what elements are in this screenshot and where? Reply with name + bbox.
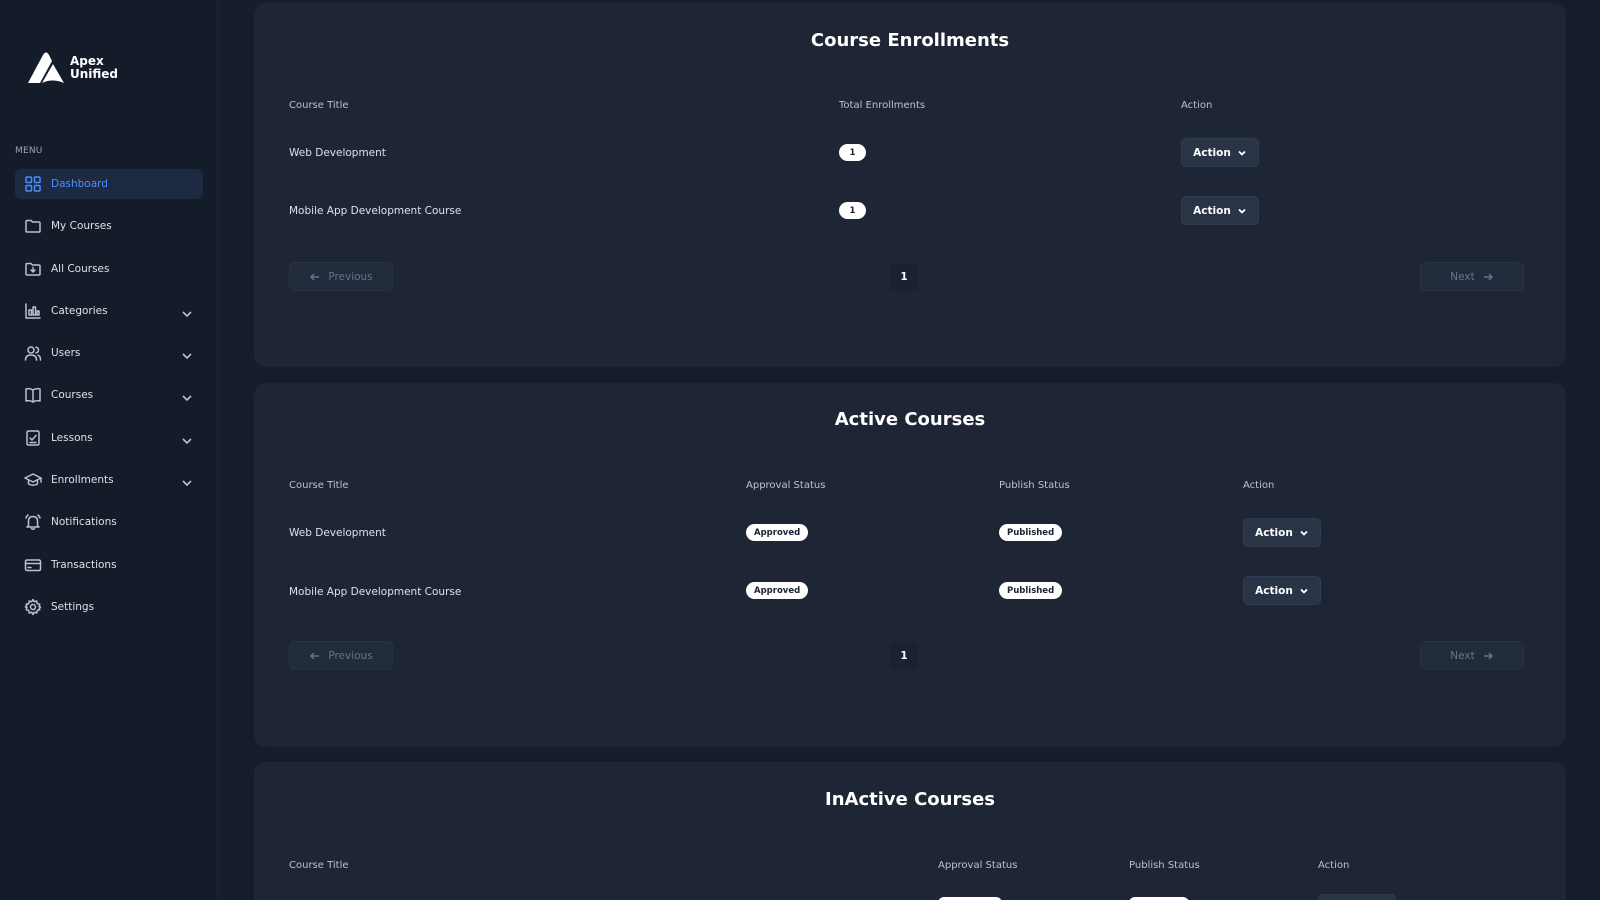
action-label: Action bbox=[1193, 146, 1231, 159]
action-dropdown-button[interactable]: Action bbox=[1181, 196, 1259, 225]
next-page-button[interactable]: Next bbox=[1420, 641, 1524, 670]
previous-page-button[interactable]: Previous bbox=[289, 262, 393, 291]
active-courses-card: Active Courses Course Title Approval Sta… bbox=[254, 383, 1566, 747]
chevron-down-icon[interactable] bbox=[181, 432, 193, 444]
next-label: Next bbox=[1450, 649, 1475, 662]
sidebar-item-label: Dashboard bbox=[51, 178, 108, 190]
credit-card-icon bbox=[24, 556, 42, 574]
arrow-right-icon bbox=[1483, 651, 1493, 660]
column-header: Publish Status bbox=[999, 480, 1070, 491]
previous-page-button[interactable]: Previous bbox=[289, 641, 393, 670]
column-header: Total Enrollments bbox=[839, 100, 926, 111]
action-label: Action bbox=[1193, 204, 1231, 217]
sidebar-item-label: Categories bbox=[51, 304, 108, 317]
chevron-down-icon bbox=[1238, 150, 1246, 156]
sidebar-item-transactions[interactable]: Transactions bbox=[15, 550, 203, 580]
sidebar-item-categories[interactable]: Categories bbox=[15, 296, 203, 326]
action-dropdown-button[interactable] bbox=[1318, 894, 1396, 900]
previous-label: Previous bbox=[328, 649, 373, 662]
sidebar-item-label: All Courses bbox=[51, 262, 110, 275]
publish-status-badge: Published bbox=[999, 582, 1063, 599]
chevron-down-icon[interactable] bbox=[181, 347, 193, 360]
sidebar-item-label: Lessons bbox=[51, 431, 93, 444]
menu-title: MENU bbox=[15, 146, 43, 156]
column-header: Approval Status bbox=[938, 860, 1018, 871]
action-dropdown-button[interactable]: Action bbox=[1243, 576, 1321, 605]
sidebar-item-label: Users bbox=[51, 347, 81, 360]
chevron-down-icon[interactable] bbox=[181, 474, 193, 487]
sidebar-item-users[interactable]: Users bbox=[15, 338, 203, 368]
sidebar-item-all-courses[interactable]: All Courses bbox=[15, 254, 203, 284]
book-icon bbox=[24, 386, 42, 404]
sidebar-item-my-courses[interactable]: My Courses bbox=[15, 211, 203, 241]
action-dropdown-button[interactable]: Action bbox=[1181, 138, 1259, 167]
page-scrollbar[interactable] bbox=[1592, 0, 1600, 900]
card-title: InActive Courses bbox=[825, 789, 995, 810]
folder-icon bbox=[24, 217, 42, 235]
sidebar-item-label: Enrollments bbox=[51, 474, 114, 487]
card-title: Active Courses bbox=[834, 409, 986, 430]
approval-status-badge: Approved bbox=[746, 524, 809, 541]
sidebar-item-label: My Courses bbox=[51, 220, 112, 233]
chevron-down-icon bbox=[1300, 530, 1308, 536]
sidebar-item-label: Courses bbox=[51, 389, 94, 402]
bell-icon bbox=[24, 513, 42, 531]
gear-icon bbox=[24, 598, 42, 616]
chevron-down-icon bbox=[1238, 208, 1246, 214]
action-dropdown-button[interactable]: Action bbox=[1243, 518, 1321, 547]
course-title-cell: Web Development bbox=[289, 527, 386, 539]
course-title-cell: Mobile App Development Course bbox=[289, 205, 462, 217]
column-header: Publish Status bbox=[1129, 860, 1200, 871]
next-page-button[interactable]: Next bbox=[1420, 262, 1524, 291]
column-header: Action bbox=[1318, 860, 1350, 871]
sidebar-item-enrollments[interactable]: Enrollments bbox=[15, 465, 203, 495]
page-number-button[interactable]: 1 bbox=[890, 642, 918, 670]
course-enrollments-card: Course Enrollments Course Title Total En… bbox=[254, 3, 1566, 367]
arrow-left-icon bbox=[310, 272, 320, 281]
chevron-down-icon bbox=[1300, 588, 1308, 594]
page-number-button[interactable]: 1 bbox=[890, 263, 918, 291]
arrow-left-icon bbox=[310, 651, 320, 660]
column-header: Action bbox=[1181, 100, 1213, 111]
sidebar-item-notifications[interactable]: Notifications bbox=[15, 507, 203, 537]
logo[interactable]: Apex Unified bbox=[26, 50, 118, 86]
sidebar-item-label: Transactions bbox=[51, 558, 117, 571]
next-label: Next bbox=[1450, 270, 1475, 283]
chart-icon bbox=[24, 302, 42, 320]
grid-icon bbox=[24, 175, 42, 193]
column-header: Course Title bbox=[289, 480, 349, 491]
course-title-cell: Web Development bbox=[289, 147, 386, 159]
sidebar: Apex Unified MENU Dashboard My Courses A… bbox=[0, 0, 218, 900]
chevron-down-icon[interactable] bbox=[181, 305, 193, 318]
brand-line2: Unified bbox=[70, 67, 119, 81]
sidebar-item-label: Settings bbox=[51, 600, 95, 613]
apex-logo-icon bbox=[28, 52, 64, 83]
sidebar-item-dashboard[interactable]: Dashboard bbox=[15, 169, 203, 199]
card-title: Course Enrollments bbox=[810, 30, 1010, 51]
chevron-down-icon[interactable] bbox=[181, 389, 193, 402]
publish-status-badge: Published bbox=[999, 524, 1063, 541]
inactive-courses-card: InActive Courses Course Title Approval S… bbox=[254, 762, 1566, 900]
folder-download-icon bbox=[24, 260, 42, 278]
enrollment-count-badge: 1 bbox=[839, 144, 866, 161]
action-label: Action bbox=[1255, 584, 1293, 597]
column-header: Action bbox=[1243, 480, 1275, 491]
column-header: Course Title bbox=[289, 860, 349, 871]
column-header: Approval Status bbox=[746, 480, 826, 491]
sidebar-item-label: Notifications bbox=[51, 516, 117, 529]
arrow-right-icon bbox=[1483, 272, 1493, 281]
sidebar-item-settings[interactable]: Settings bbox=[15, 592, 203, 622]
users-icon bbox=[24, 344, 42, 362]
clipboard-check-icon bbox=[24, 429, 42, 447]
previous-label: Previous bbox=[328, 270, 373, 283]
column-header: Course Title bbox=[289, 100, 349, 111]
sidebar-nav: Dashboard My Courses All Courses Categor… bbox=[15, 169, 203, 634]
enrollment-count-badge: 1 bbox=[839, 202, 866, 219]
sidebar-item-courses[interactable]: Courses bbox=[15, 380, 203, 410]
graduation-cap-icon bbox=[24, 471, 42, 489]
action-label: Action bbox=[1255, 526, 1293, 539]
approval-status-badge: Approved bbox=[746, 582, 809, 599]
course-title-cell: Mobile App Development Course bbox=[289, 586, 462, 598]
sidebar-item-lessons[interactable]: Lessons bbox=[15, 423, 203, 453]
